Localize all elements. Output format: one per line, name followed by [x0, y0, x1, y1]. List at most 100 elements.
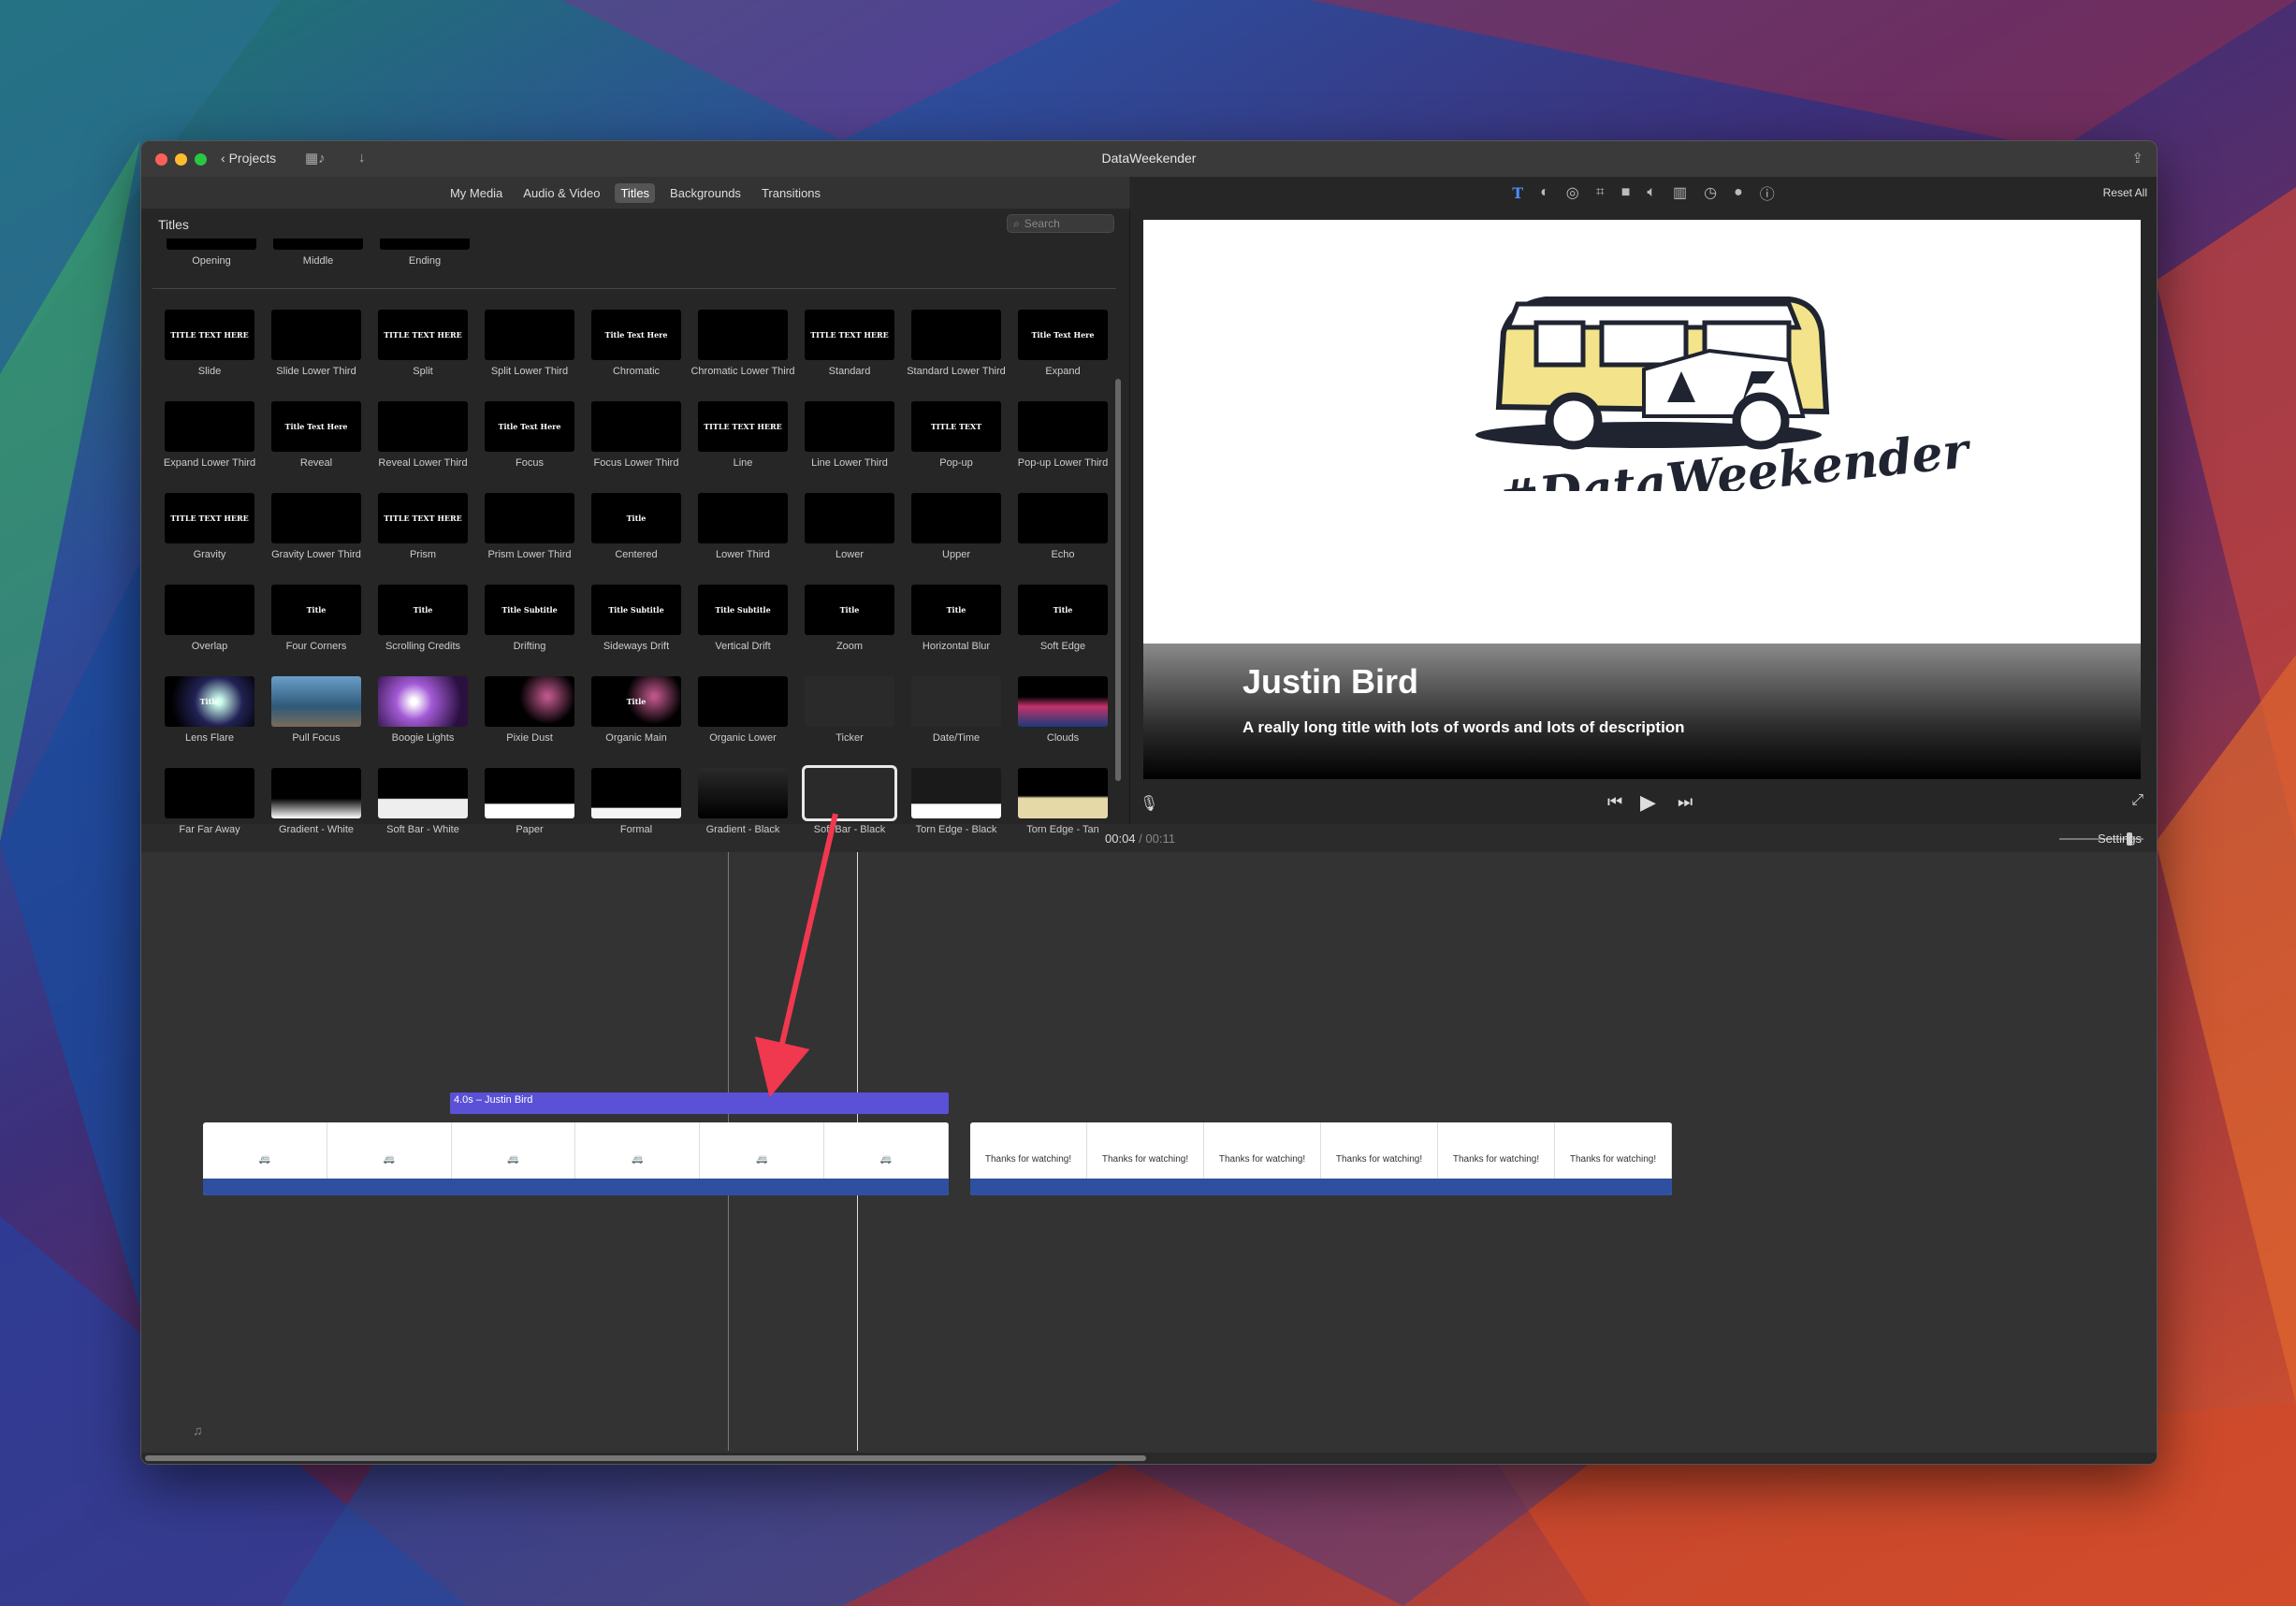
title-tile[interactable]: Title Zoom	[796, 585, 903, 663]
skip-forward-icon[interactable]: ⏭︎	[1678, 792, 1693, 812]
title-tile[interactable]: Echo	[1010, 493, 1116, 572]
title-tile[interactable]: Reveal Lower Third	[370, 401, 476, 480]
title-tile[interactable]: Pop-up Lower Third	[1010, 401, 1116, 480]
title-tile[interactable]: TITLE TEXT HERE Gravity	[156, 493, 263, 572]
tile-label: Prism	[409, 549, 437, 560]
category-middle[interactable]: Middle	[265, 239, 371, 267]
title-tile[interactable]: TITLE TEXT HERE Split	[370, 310, 476, 388]
thumbnail	[805, 493, 894, 543]
title-tile[interactable]: Title Subtitle Vertical Drift	[690, 585, 796, 663]
crop-icon[interactable]: ⌗	[1596, 184, 1605, 201]
title-tile[interactable]: Title Lens Flare	[156, 676, 263, 755]
tab-transitions[interactable]: Transitions	[756, 183, 826, 203]
skip-back-icon[interactable]: ⏮︎	[1607, 792, 1622, 812]
video-clip-2[interactable]: Thanks for watching! Thanks for watching!…	[970, 1122, 1672, 1195]
clip-filter-icon[interactable]: ●	[1734, 184, 1743, 201]
title-tile[interactable]: Slide Lower Third	[263, 310, 370, 388]
title-tile[interactable]: Soft Bar - White	[370, 768, 476, 846]
title-clip[interactable]: 4.0s – Justin Bird	[450, 1092, 949, 1114]
title-tile[interactable]: Upper	[903, 493, 1010, 572]
info-icon[interactable]: ⓘ	[1760, 181, 1775, 204]
stabilization-icon[interactable]: ■	[1621, 184, 1631, 201]
title-tile[interactable]: Pixie Dust	[476, 676, 583, 755]
title-tile[interactable]: TITLE TEXT HERE Prism	[370, 493, 476, 572]
title-text-icon[interactable]: T	[1512, 184, 1523, 202]
title-tile[interactable]: Torn Edge - Tan	[1010, 768, 1116, 846]
search-input[interactable]: ⌕ Search	[1007, 214, 1114, 233]
thumbnail: TITLE TEXT HERE	[378, 493, 468, 543]
title-tile[interactable]: Line Lower Third	[796, 401, 903, 480]
title-tile[interactable]: Soft Bar - Black	[796, 765, 903, 846]
title-tile[interactable]: Pull Focus	[263, 676, 370, 755]
scrollbar-knob[interactable]	[145, 1455, 1146, 1461]
title-tile[interactable]: Formal	[583, 768, 690, 846]
color-correction-icon[interactable]: ◎	[1566, 183, 1579, 202]
title-tile[interactable]: Gradient - Black	[690, 768, 796, 846]
thumbnail	[485, 493, 574, 543]
title-tile[interactable]: TITLE TEXT HERE Line	[690, 401, 796, 480]
browser-scrollbar[interactable]	[1114, 295, 1122, 818]
title-tile[interactable]: Title Subtitle Drifting	[476, 585, 583, 663]
noise-reduction-icon[interactable]: ▥	[1673, 183, 1687, 202]
title-tile[interactable]: Clouds	[1010, 676, 1116, 755]
title-tile[interactable]: Title Four Corners	[263, 585, 370, 663]
tab-my-media[interactable]: My Media	[444, 183, 508, 203]
title-tile[interactable]: Organic Lower	[690, 676, 796, 755]
reset-all-button[interactable]: Reset All	[2103, 186, 2147, 199]
title-tile[interactable]: Title Organic Main	[583, 676, 690, 755]
title-tile[interactable]: TITLE TEXT HERE Slide	[156, 310, 263, 388]
tab-audio-video[interactable]: Audio & Video	[517, 183, 605, 203]
title-tile[interactable]: Gradient - White	[263, 768, 370, 846]
title-tile[interactable]: Date/Time	[903, 676, 1010, 755]
play-icon[interactable]: ▶	[1640, 790, 1656, 815]
title-tile[interactable]: Torn Edge - Black	[903, 768, 1010, 846]
category-opening[interactable]: Opening	[158, 239, 265, 267]
tab-backgrounds[interactable]: Backgrounds	[664, 183, 747, 203]
fullscreen-icon[interactable]: ⤢	[2131, 792, 2143, 809]
volume-icon[interactable]: 🔈︎	[1647, 184, 1656, 201]
tile-label: Zoom	[836, 641, 864, 652]
title-tile[interactable]: TITLE TEXT Pop-up	[903, 401, 1010, 480]
title-tile[interactable]: Title Soft Edge	[1010, 585, 1116, 663]
title-tile[interactable]: Split Lower Third	[476, 310, 583, 388]
title-tile[interactable]: Lower	[796, 493, 903, 572]
timecode: 00:04 / 00:11	[1105, 832, 1175, 846]
title-tile[interactable]: Gravity Lower Third	[263, 493, 370, 572]
color-balance-icon[interactable]: ◐	[1540, 184, 1549, 201]
title-tile[interactable]: Focus Lower Third	[583, 401, 690, 480]
title-bar: ‹ Projects ▦♪ ↓ DataWeekender ⇪	[141, 141, 2157, 177]
title-tile[interactable]: Expand Lower Third	[156, 401, 263, 480]
lower-third-description[interactable]: A really long title with lots of words a…	[1242, 718, 1685, 737]
title-tile[interactable]: Title Centered	[583, 493, 690, 572]
title-tile[interactable]: Far Far Away	[156, 768, 263, 846]
title-tile[interactable]: Title Text Here Focus	[476, 401, 583, 480]
category-ending[interactable]: Ending	[371, 239, 478, 267]
title-tile[interactable]: Boogie Lights	[370, 676, 476, 755]
timeline-scrollbar[interactable]	[141, 1453, 2157, 1464]
title-tile[interactable]: Title Text Here Reveal	[263, 401, 370, 480]
title-tile[interactable]: Title Subtitle Sideways Drift	[583, 585, 690, 663]
tile-label: Vertical Drift	[715, 641, 771, 652]
tile-label: Standard	[828, 366, 871, 377]
title-tile[interactable]: Title Horizontal Blur	[903, 585, 1010, 663]
settings-button[interactable]: Settings	[2098, 832, 2142, 846]
microphone-icon[interactable]: 🎙︎	[1140, 794, 1158, 813]
title-tile[interactable]: Chromatic Lower Third	[690, 310, 796, 388]
title-tile[interactable]: Overlap	[156, 585, 263, 663]
title-tile[interactable]: Standard Lower Third	[903, 310, 1010, 388]
title-tile[interactable]: TITLE TEXT HERE Standard	[796, 310, 903, 388]
lower-third-name[interactable]: Justin Bird	[1242, 662, 1418, 702]
video-clip-1[interactable]: 🚐 🚐 🚐 🚐 🚐 🚐	[203, 1122, 949, 1195]
scrollbar-knob[interactable]	[1115, 379, 1121, 781]
title-tile[interactable]: Title Scrolling Credits	[370, 585, 476, 663]
tab-titles[interactable]: Titles	[615, 182, 656, 203]
thumbnail: Title Text Here	[591, 310, 681, 360]
title-tile[interactable]: Title Text Here Expand	[1010, 310, 1116, 388]
share-icon[interactable]: ⇪	[2131, 150, 2143, 166]
title-tile[interactable]: Paper	[476, 768, 583, 846]
title-tile[interactable]: Prism Lower Third	[476, 493, 583, 572]
title-tile[interactable]: Title Text Here Chromatic	[583, 310, 690, 388]
title-tile[interactable]: Lower Third	[690, 493, 796, 572]
title-tile[interactable]: Ticker	[796, 676, 903, 755]
speed-icon[interactable]: ◷	[1704, 183, 1717, 202]
